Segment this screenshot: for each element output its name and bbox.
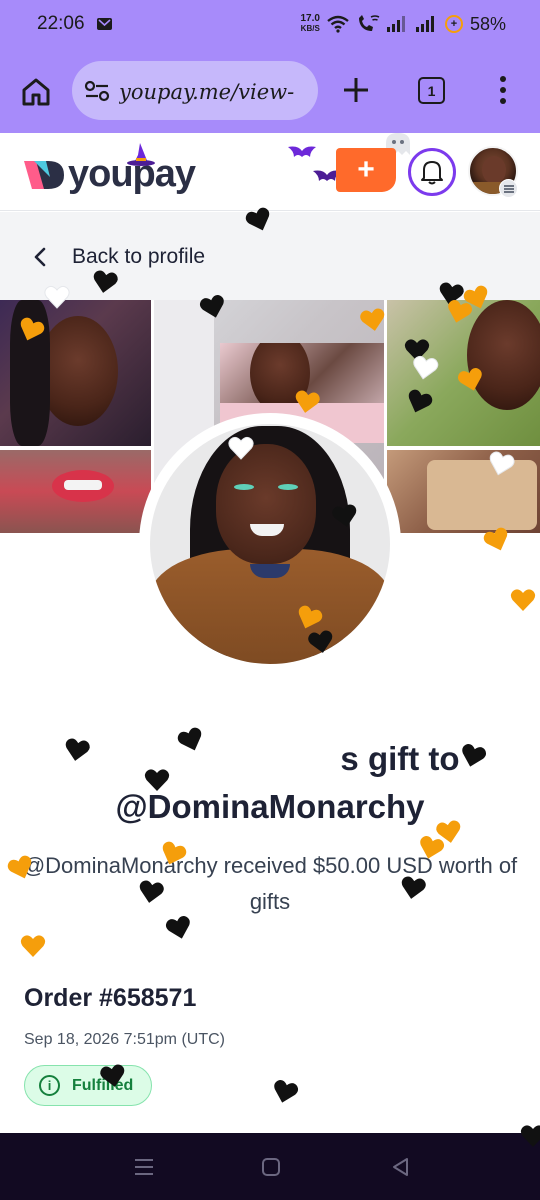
recents-icon[interactable] bbox=[132, 1155, 156, 1179]
signal-icon-1 bbox=[386, 16, 405, 32]
bat-decoration-icon bbox=[288, 146, 316, 157]
heart-icon bbox=[144, 769, 170, 791]
heart-icon bbox=[274, 1080, 299, 1103]
status-time: 22:06 bbox=[37, 13, 85, 34]
browser-chrome: 22:06 17.0 KB/S + 58% youpay.me/view- 1 bbox=[0, 0, 540, 133]
create-button[interactable]: + bbox=[336, 148, 396, 192]
heart-icon bbox=[65, 738, 90, 761]
wifi-icon bbox=[327, 15, 349, 33]
url-text[interactable]: youpay.me/view- bbox=[119, 80, 309, 104]
battery-percent: 58% bbox=[469, 13, 506, 34]
logo-mark-icon bbox=[24, 160, 64, 189]
order-title: Order #658571 bbox=[24, 984, 197, 1012]
profile-photo bbox=[150, 424, 390, 664]
heart-icon bbox=[520, 1125, 540, 1147]
battery-icon: + bbox=[444, 15, 463, 33]
youpay-logo[interactable]: youpay bbox=[24, 153, 196, 196]
heart-icon bbox=[20, 935, 46, 957]
heart-icon bbox=[100, 1064, 125, 1087]
status-right: 17.0 KB/S + 58% bbox=[301, 12, 507, 36]
heart-icon bbox=[360, 308, 385, 331]
info-icon: i bbox=[39, 1075, 60, 1096]
collage-photo bbox=[387, 450, 540, 533]
wifi-call-icon bbox=[358, 15, 380, 31]
heart-icon bbox=[332, 504, 357, 527]
heart-icon bbox=[93, 270, 118, 293]
bell-icon bbox=[421, 161, 443, 185]
avatar-menu-icon[interactable] bbox=[499, 179, 518, 198]
tune-icon[interactable] bbox=[84, 80, 110, 102]
chevron-left-icon bbox=[34, 247, 46, 267]
system-nav-bar bbox=[0, 1133, 540, 1200]
address-bar[interactable]: youpay.me/view- bbox=[72, 61, 318, 120]
home-icon[interactable] bbox=[20, 76, 52, 108]
home-circle-icon[interactable] bbox=[259, 1155, 283, 1179]
back-to-profile-label: Back to profile bbox=[72, 245, 206, 268]
notification-icon bbox=[97, 18, 112, 30]
browser-toolbar: youpay.me/view- 1 bbox=[0, 58, 540, 122]
status-bar: 22:06 17.0 KB/S + 58% bbox=[0, 0, 540, 48]
gift-description: @DominaMonarchy received $50.00 USD wort… bbox=[22, 853, 518, 914]
plus-icon[interactable] bbox=[341, 75, 371, 105]
order-date: Sep 18, 2026 7:51pm (UTC) bbox=[24, 1031, 225, 1048]
witch-hat-icon bbox=[127, 143, 155, 166]
tabs-icon[interactable]: 1 bbox=[418, 77, 445, 104]
site-header: youpay + bbox=[0, 133, 540, 211]
status-badge: i Fulfilled bbox=[24, 1065, 153, 1106]
net-speed: 17.0 KB/S bbox=[300, 13, 320, 34]
collage-photo bbox=[0, 450, 151, 533]
back-triangle-icon[interactable] bbox=[389, 1155, 413, 1179]
notifications-button[interactable] bbox=[408, 148, 456, 196]
heart-icon bbox=[308, 630, 333, 653]
heart-icon bbox=[510, 589, 536, 611]
more-vert-icon[interactable] bbox=[496, 75, 510, 105]
heart-icon bbox=[228, 436, 254, 460]
heart-icon bbox=[139, 880, 164, 903]
signal-icon-2 bbox=[415, 16, 434, 32]
heart-icon bbox=[401, 876, 426, 899]
heart-icon bbox=[413, 355, 439, 380]
heart-icon bbox=[44, 285, 70, 309]
heart-icon bbox=[295, 390, 320, 413]
